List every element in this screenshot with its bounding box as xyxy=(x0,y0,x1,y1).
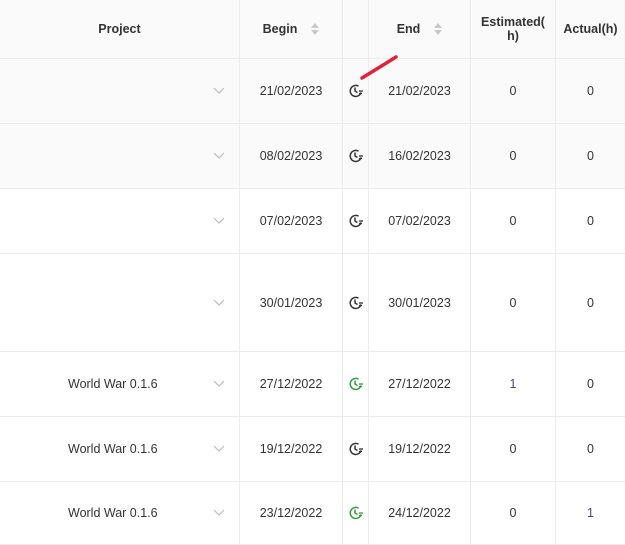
project-name: World War 0.1.6 xyxy=(68,442,158,456)
sort-icon[interactable] xyxy=(311,23,320,35)
clock-icon-cell[interactable] xyxy=(343,189,369,253)
estimated-hours[interactable]: 0 xyxy=(471,124,556,188)
table-header: Project Begin End Estimated(h) Actual(h) xyxy=(0,0,625,59)
project-select[interactable]: World War 0.1.6 xyxy=(0,352,240,416)
column-header-actual[interactable]: Actual(h) xyxy=(556,0,625,58)
column-header-actual-label: Actual(h) xyxy=(563,22,618,36)
begin-date[interactable]: 23/12/2022 xyxy=(240,482,343,544)
clock-icon-cell[interactable] xyxy=(343,417,369,481)
clock-icon[interactable] xyxy=(348,83,364,99)
sort-icon[interactable] xyxy=(434,23,443,35)
begin-date[interactable]: 19/12/2022 xyxy=(240,417,343,481)
column-header-end-label: End xyxy=(396,22,421,36)
table-row[interactable]: World War 0.1.6 23/12/2022 24/12/2022 0 … xyxy=(0,482,625,545)
project-name: World War 0.1.6 xyxy=(68,377,158,391)
table-row[interactable]: 30/01/2023 30/01/2023 0 0 xyxy=(0,254,625,352)
chevron-down-icon[interactable] xyxy=(213,299,225,307)
column-header-project[interactable]: Project xyxy=(0,0,240,58)
column-header-estimated[interactable]: Estimated(h) xyxy=(471,0,556,58)
project-select[interactable] xyxy=(0,254,240,351)
project-name: World War 0.1.6 xyxy=(68,506,158,520)
table-row[interactable]: World War 0.1.6 19/12/2022 19/12/2022 0 … xyxy=(0,417,625,482)
column-header-estimated-label-2: h) xyxy=(507,29,519,43)
column-header-begin-label: Begin xyxy=(262,22,298,36)
chevron-down-icon[interactable] xyxy=(213,509,225,517)
end-date[interactable]: 07/02/2023 xyxy=(369,189,471,253)
column-header-icon xyxy=(343,0,369,58)
column-header-estimated-label: Estimated( xyxy=(481,15,545,29)
column-header-end[interactable]: End xyxy=(369,0,471,58)
chevron-down-icon[interactable] xyxy=(213,217,225,225)
end-date[interactable]: 16/02/2023 xyxy=(369,124,471,188)
end-date[interactable]: 27/12/2022 xyxy=(369,352,471,416)
begin-date[interactable]: 07/02/2023 xyxy=(240,189,343,253)
column-header-begin[interactable]: Begin xyxy=(240,0,343,58)
actual-hours[interactable]: 0 xyxy=(556,124,625,188)
project-select[interactable] xyxy=(0,59,240,123)
chevron-down-icon[interactable] xyxy=(213,445,225,453)
column-header-project-label: Project xyxy=(98,22,141,36)
clock-icon-cell[interactable] xyxy=(343,352,369,416)
clock-icon-cell[interactable] xyxy=(343,124,369,188)
clock-icon[interactable] xyxy=(348,295,364,311)
end-date[interactable]: 19/12/2022 xyxy=(369,417,471,481)
estimated-hours[interactable]: 1 xyxy=(471,352,556,416)
project-select[interactable] xyxy=(0,124,240,188)
actual-hours[interactable]: 0 xyxy=(556,352,625,416)
project-select[interactable]: World War 0.1.6 xyxy=(0,417,240,481)
chevron-down-icon[interactable] xyxy=(213,87,225,95)
begin-date[interactable]: 30/01/2023 xyxy=(240,254,343,351)
actual-hours[interactable]: 0 xyxy=(556,59,625,123)
table-row[interactable]: World War 0.1.6 27/12/2022 27/12/2022 1 … xyxy=(0,352,625,417)
end-date[interactable]: 24/12/2022 xyxy=(369,482,471,544)
end-date[interactable]: 30/01/2023 xyxy=(369,254,471,351)
red-annotation-mark xyxy=(360,55,398,80)
estimated-hours[interactable]: 0 xyxy=(471,482,556,544)
clock-icon[interactable] xyxy=(348,148,364,164)
chevron-down-icon[interactable] xyxy=(213,152,225,160)
clock-icon[interactable] xyxy=(348,441,364,457)
actual-hours[interactable]: 0 xyxy=(556,189,625,253)
clock-icon-cell[interactable] xyxy=(343,482,369,544)
actual-hours[interactable]: 1 xyxy=(556,482,625,544)
actual-hours[interactable]: 0 xyxy=(556,417,625,481)
project-select[interactable]: World War 0.1.6 xyxy=(0,482,240,544)
estimated-hours[interactable]: 0 xyxy=(471,189,556,253)
table-row[interactable]: 07/02/2023 07/02/2023 0 0 xyxy=(0,189,625,254)
clock-icon[interactable] xyxy=(348,376,364,392)
begin-date[interactable]: 21/02/2023 xyxy=(240,59,343,123)
table-row[interactable]: 08/02/2023 16/02/2023 0 0 xyxy=(0,124,625,189)
table-row[interactable]: 21/02/2023 21/02/2023 0 0 xyxy=(0,59,625,124)
begin-date[interactable]: 08/02/2023 xyxy=(240,124,343,188)
estimated-hours[interactable]: 0 xyxy=(471,59,556,123)
estimated-hours[interactable]: 0 xyxy=(471,254,556,351)
actual-hours[interactable]: 0 xyxy=(556,254,625,351)
project-select[interactable] xyxy=(0,189,240,253)
estimated-hours[interactable]: 0 xyxy=(471,417,556,481)
clock-icon-cell[interactable] xyxy=(343,254,369,351)
begin-date[interactable]: 27/12/2022 xyxy=(240,352,343,416)
chevron-down-icon[interactable] xyxy=(213,380,225,388)
clock-icon[interactable] xyxy=(348,213,364,229)
clock-icon[interactable] xyxy=(348,505,364,521)
